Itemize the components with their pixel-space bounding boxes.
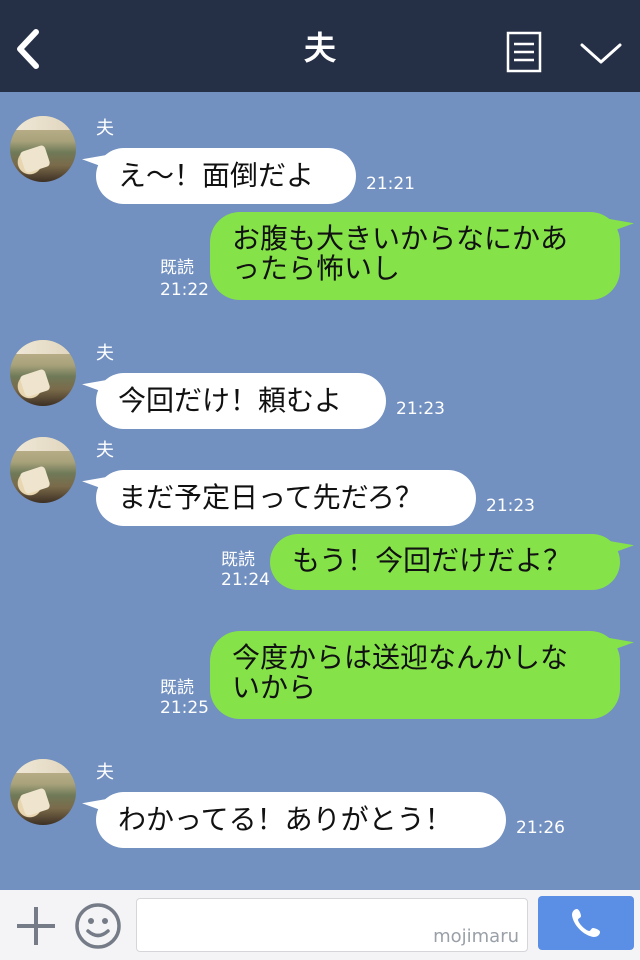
message-bubble-incoming[interactable]: え〜！面倒だよ [96,148,356,204]
smiley-icon [75,903,121,949]
message-bubble-outgoing[interactable]: お腹も大きいからなにかあ ったら怖いし [210,212,620,300]
emoji-button[interactable] [74,902,122,950]
avatar[interactable] [10,116,76,182]
sender-name: 夫 [96,343,114,364]
message-line: もう！今回だけだよ？ [292,544,572,577]
message-bubble-outgoing[interactable]: 今度からは送迎なんかしな いから [210,631,620,719]
plus-icon [17,907,55,945]
sender-name: 夫 [96,440,114,461]
message-bubble-outgoing[interactable]: もう！今回だけだよ？ [270,534,620,590]
call-button[interactable] [538,896,634,950]
message-line: お腹も大きいからなにかあ [232,222,569,255]
read-receipt: 既読 [160,678,194,698]
chat-title: 夫 [303,29,336,67]
sender-name: 夫 [96,762,114,783]
menu-list-icon [506,31,542,73]
watermark: mojimaru [433,926,519,947]
sender-name: 夫 [96,118,114,139]
chat-header: 夫 [0,0,640,92]
avatar[interactable] [10,437,76,503]
expand-button[interactable] [576,36,626,70]
message-line: ったら怖いし [232,252,401,285]
message-line: いから [232,671,317,704]
message-time: 21:23 [396,399,445,419]
input-bar: mojimaru [0,890,640,960]
message-time: 21:22 [160,280,209,300]
chevron-left-icon [17,29,39,69]
phone-icon [572,909,600,937]
message-bubble-incoming[interactable]: まだ予定日って先だろ？ [96,470,476,526]
read-receipt: 既読 [221,550,255,570]
message-time: 21:24 [221,570,270,590]
chevron-down-icon [580,43,622,64]
message-bubble-incoming[interactable]: 今回だけ！頼むよ [96,373,386,429]
message-input[interactable]: mojimaru [136,898,528,952]
add-button[interactable] [14,904,58,948]
menu-button[interactable] [504,30,544,74]
message-time: 21:23 [486,496,535,516]
message-time: 21:25 [160,698,209,718]
back-button[interactable] [10,26,50,72]
read-receipt: 既読 [160,258,194,278]
message-bubble-incoming[interactable]: わかってる！ありがとう！ [96,792,506,848]
message-line: 今度からは送迎なんかしな [232,641,569,674]
avatar[interactable] [10,340,76,406]
message-time: 21:21 [366,174,415,194]
message-time: 21:26 [516,818,565,838]
avatar[interactable] [10,759,76,825]
